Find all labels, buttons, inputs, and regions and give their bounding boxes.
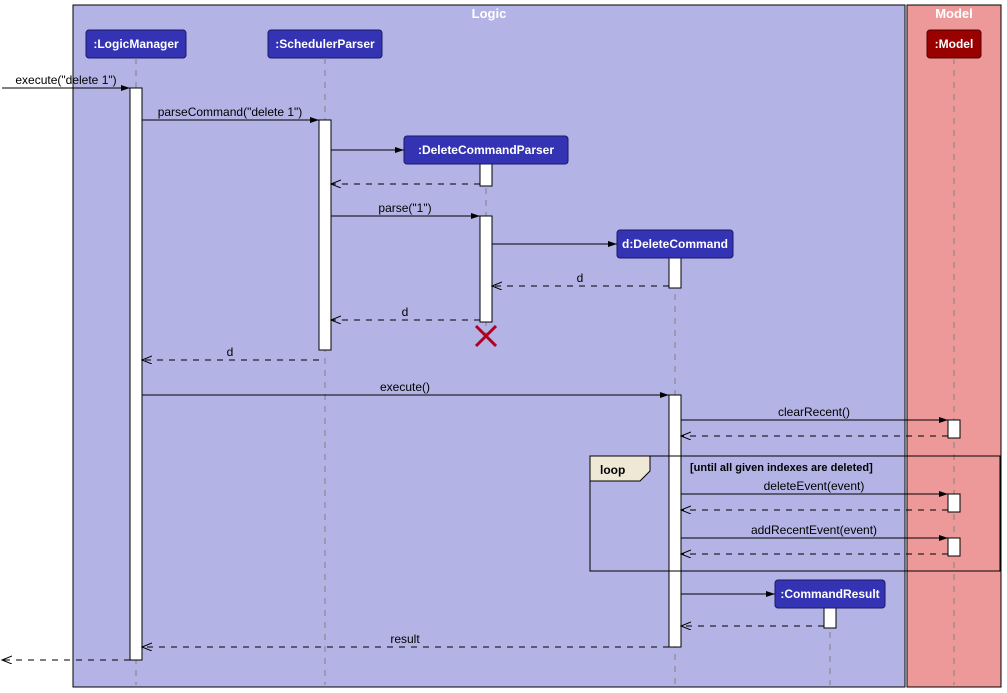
return-result-label: result <box>390 632 420 646</box>
activation-model-addrecent <box>948 538 960 556</box>
return-d3-label: d <box>227 345 234 359</box>
msg-clearrecent-label: clearRecent() <box>778 405 850 419</box>
activation-model-clear <box>948 420 960 438</box>
msg-parse-label: parse("1") <box>378 201 431 215</box>
participant-model-label: :Model <box>935 37 974 51</box>
frame-model-title: Model <box>935 6 973 21</box>
msg-execute-label: execute() <box>380 380 430 394</box>
return-d1-label: d <box>577 271 584 285</box>
msg-addrecentevent-label: addRecentEvent(event) <box>751 523 877 537</box>
participant-commandresult-label: :CommandResult <box>780 587 879 601</box>
activation-dc-create <box>669 258 681 288</box>
activation-commandresult <box>824 608 836 628</box>
participant-deletecommandparser-label: :DeleteCommandParser <box>418 143 554 157</box>
msg-parsecommand-label: parseCommand("delete 1") <box>158 105 303 119</box>
msg-execute-in-label: execute("delete 1") <box>15 73 116 87</box>
participant-schedulerparser-label: :SchedulerParser <box>275 37 375 51</box>
activation-dcp-parse <box>480 216 492 322</box>
activation-dc-execute <box>669 395 681 647</box>
msg-deleteevent-label: deleteEvent(event) <box>764 479 865 493</box>
activation-dcp-create <box>480 164 492 186</box>
activation-schedulerparser <box>319 120 331 350</box>
participant-logicmanager-label: :LogicManager <box>93 37 179 51</box>
activation-logicmanager <box>130 88 142 660</box>
frame-logic-title: Logic <box>472 6 507 21</box>
participant-deletecommand-label: d:DeleteCommand <box>622 237 728 251</box>
activation-model-delete <box>948 494 960 512</box>
return-d2-label: d <box>402 305 409 319</box>
loop-guard: [until all given indexes are deleted] <box>690 462 873 474</box>
loop-label: loop <box>600 463 625 477</box>
